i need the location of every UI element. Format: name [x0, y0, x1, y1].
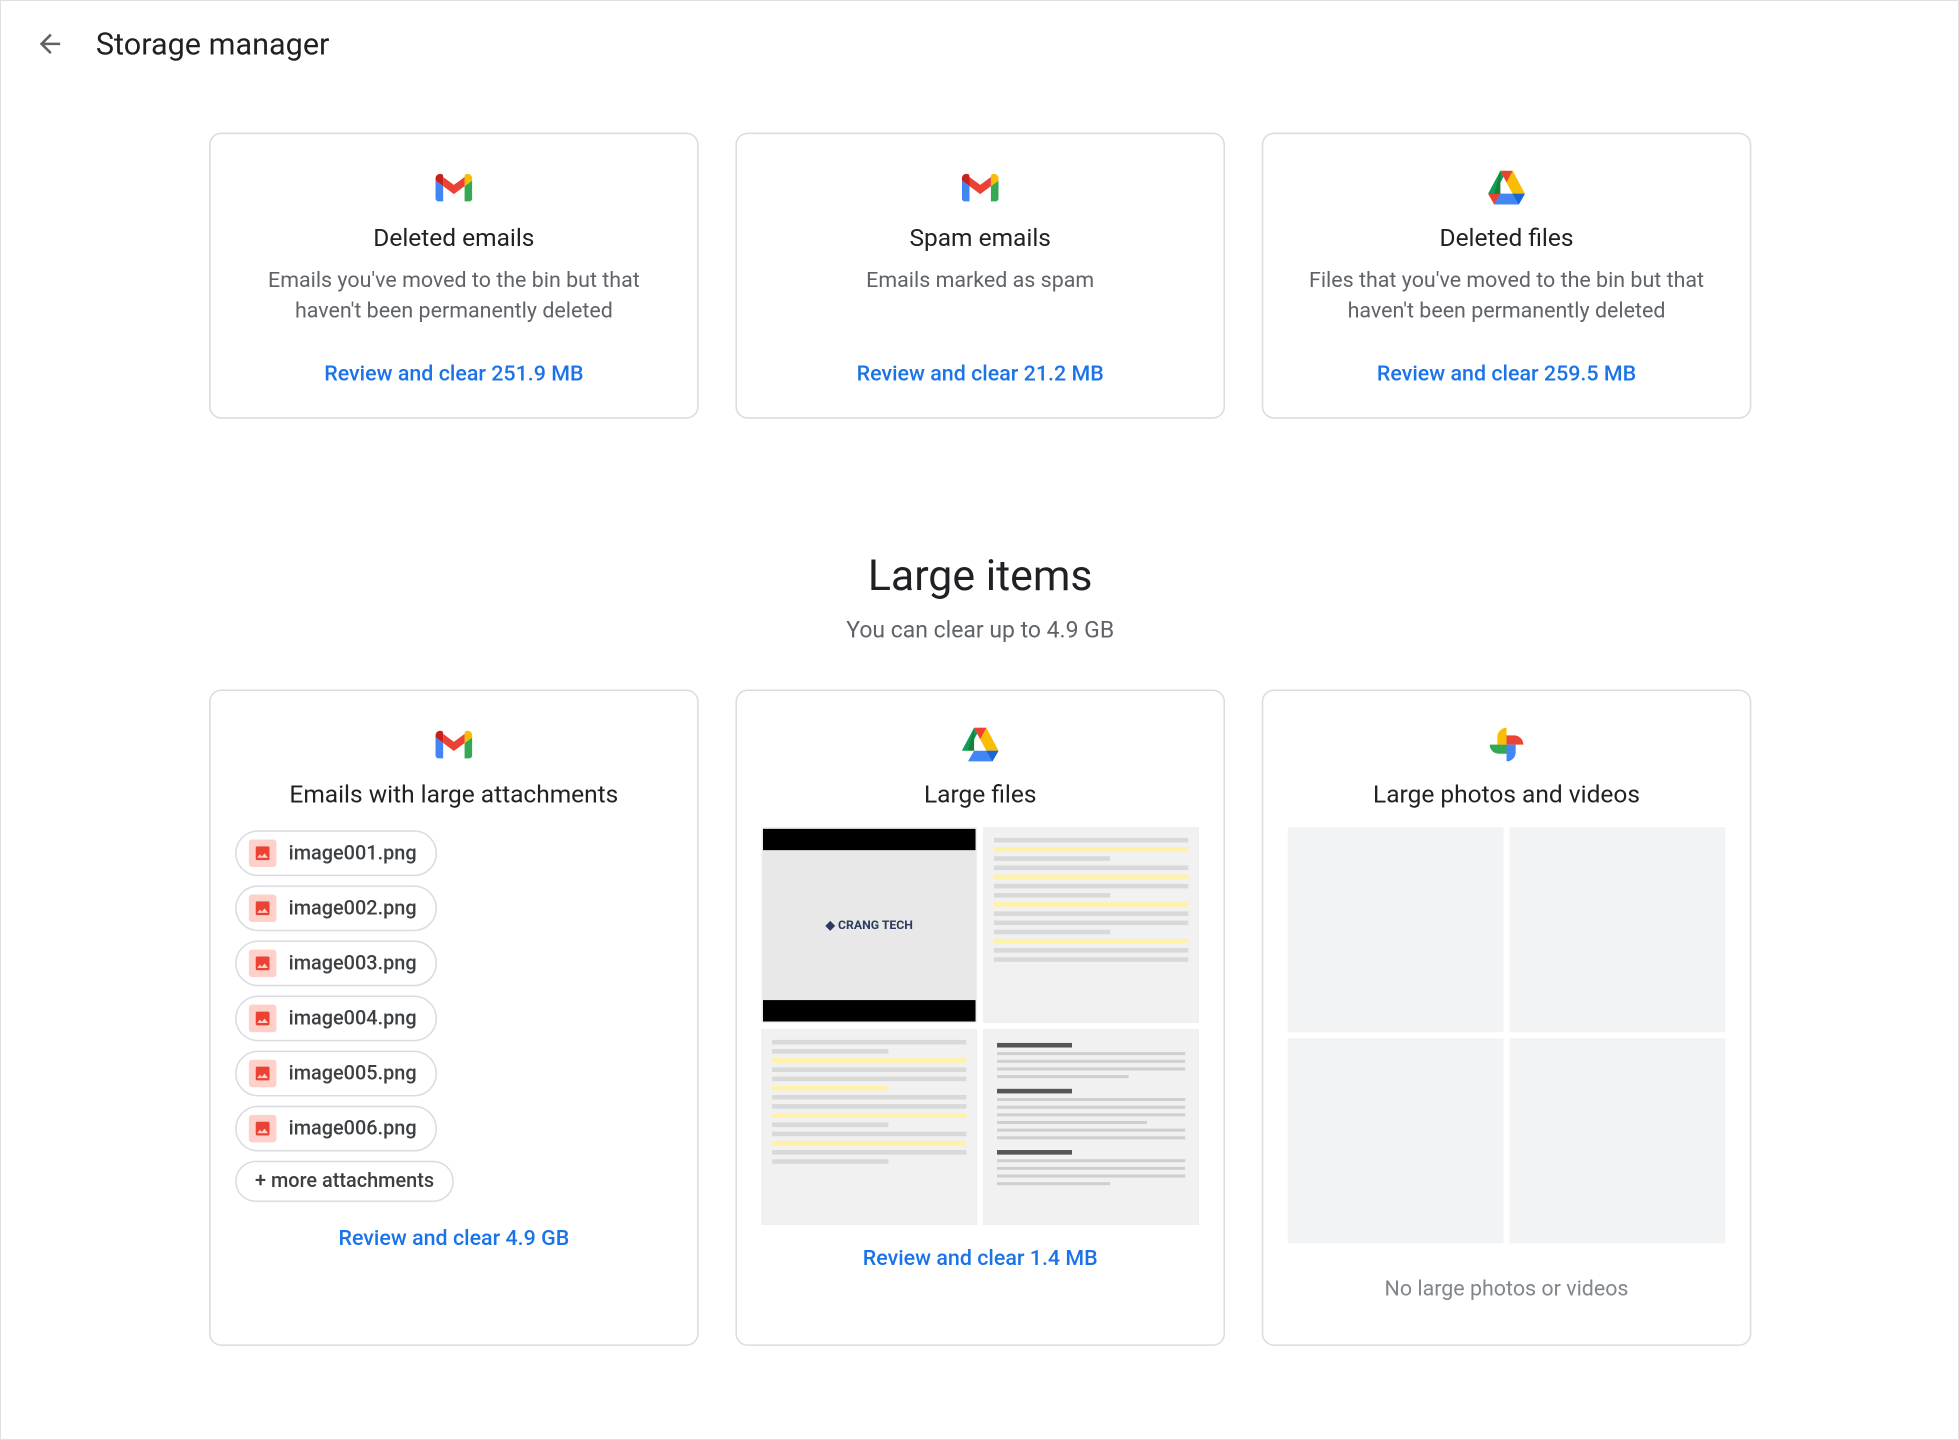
card-title: Spam emails [909, 223, 1050, 252]
card-title: Deleted files [1440, 223, 1574, 252]
card-title: Large files [924, 780, 1037, 809]
attachment-chip[interactable]: image001.png [235, 830, 436, 876]
image-icon [249, 839, 277, 867]
file-thumbnail[interactable] [761, 1029, 977, 1225]
image-icon [249, 950, 277, 978]
photo-placeholder [1510, 827, 1726, 1032]
chip-label: image005.png [289, 1062, 417, 1085]
card-desc: Emails marked as spam [866, 267, 1094, 328]
gmail-icon [962, 168, 999, 208]
page-title: Storage manager [96, 25, 330, 62]
more-attachments-chip[interactable]: + more attachments [235, 1161, 454, 1202]
chip-label: image004.png [289, 1007, 417, 1030]
drive-icon [962, 725, 999, 765]
card-deleted-emails: Deleted emails Emails you've moved to th… [209, 133, 699, 419]
image-icon [249, 1060, 277, 1088]
attachment-chip[interactable]: image004.png [235, 996, 436, 1042]
chip-label: image003.png [289, 952, 417, 975]
card-title: Emails with large attachments [289, 780, 618, 809]
image-icon [249, 895, 277, 923]
photos-icon [1488, 725, 1525, 765]
card-deleted-files: Deleted files Files that you've moved to… [1262, 133, 1752, 419]
section-subtitle: You can clear up to 4.9 GB [200, 616, 1761, 644]
photo-placeholder [1288, 1038, 1504, 1243]
review-clear-link[interactable]: Review and clear 1.4 MB [863, 1246, 1098, 1270]
photo-placeholder [1510, 1038, 1726, 1243]
photo-placeholder [1288, 827, 1504, 1032]
chip-label: + more attachments [255, 1170, 434, 1193]
card-large-attachments: Emails with large attachments image001.p… [209, 690, 699, 1346]
attachment-chip[interactable]: image002.png [235, 885, 436, 931]
gmail-icon [436, 168, 473, 208]
attachment-chip[interactable]: image003.png [235, 940, 436, 986]
card-title: Large photos and videos [1373, 780, 1640, 809]
image-icon [249, 1115, 277, 1143]
image-icon [249, 1005, 277, 1033]
attachment-chip[interactable]: image006.png [235, 1106, 436, 1152]
section-title: Large items [200, 550, 1761, 600]
card-large-photos: Large photos and videos No large photos … [1262, 690, 1752, 1346]
review-clear-link[interactable]: Review and clear 251.9 MB [324, 362, 583, 386]
review-clear-link[interactable]: Review and clear 259.5 MB [1377, 362, 1636, 386]
card-desc: Emails you've moved to the bin but that … [235, 267, 673, 328]
chip-label: image002.png [289, 897, 417, 920]
attachment-chip[interactable]: image005.png [235, 1051, 436, 1097]
empty-state-text: No large photos or videos [1385, 1277, 1629, 1301]
card-title: Deleted emails [373, 223, 534, 252]
arrow-left-icon [35, 29, 66, 60]
file-thumbnail[interactable] [983, 827, 1199, 1023]
chip-label: image001.png [289, 842, 417, 865]
gmail-icon [436, 725, 473, 765]
card-spam-emails: Spam emails Emails marked as spam Review… [735, 133, 1225, 419]
card-desc: Files that you've moved to the bin but t… [1288, 267, 1726, 328]
file-thumbnail[interactable] [983, 1029, 1199, 1225]
file-thumbnail[interactable]: ◆ CRANG TECH [761, 827, 977, 1023]
review-clear-link[interactable]: Review and clear 4.9 GB [338, 1227, 569, 1251]
review-clear-link[interactable]: Review and clear 21.2 MB [857, 362, 1104, 386]
drive-icon [1488, 168, 1525, 208]
back-button[interactable] [32, 25, 69, 62]
chip-label: image006.png [289, 1117, 417, 1140]
card-large-files: Large files ◆ CRANG TECH [735, 690, 1225, 1346]
